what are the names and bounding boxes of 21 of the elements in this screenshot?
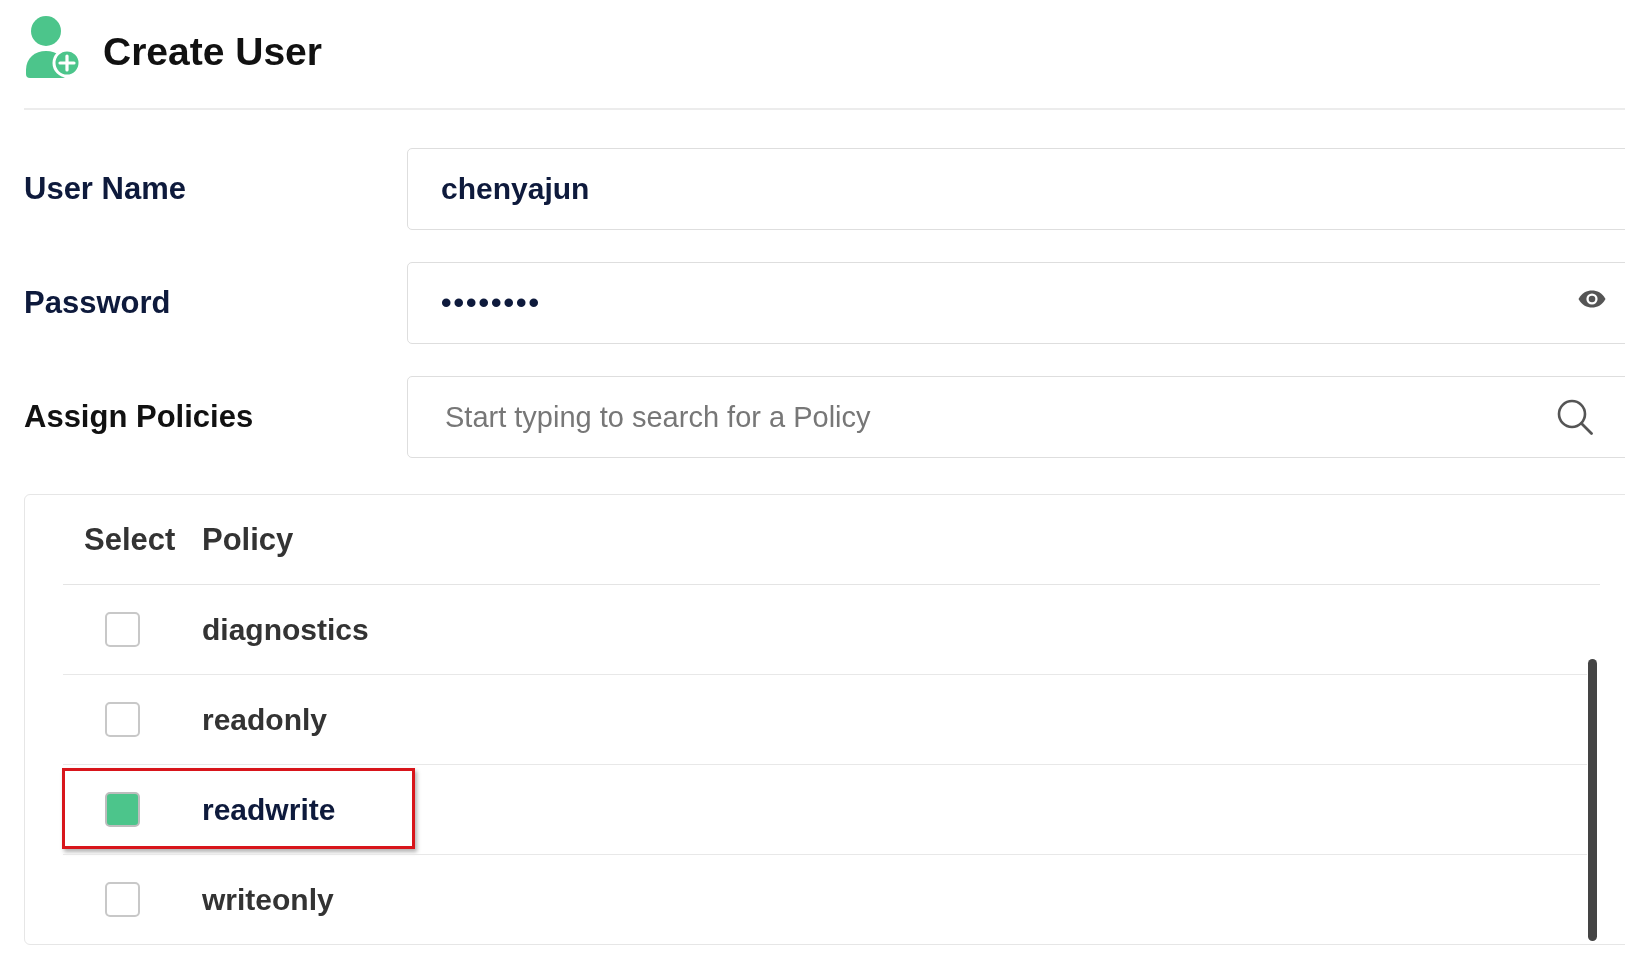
policy-name: readonly xyxy=(202,702,328,737)
field-label: User Name xyxy=(24,171,186,207)
eye-icon[interactable] xyxy=(1578,290,1606,308)
page-title: Create User xyxy=(103,31,322,71)
checkbox[interactable] xyxy=(105,612,140,647)
scrollbar-thumb[interactable] xyxy=(1588,659,1597,941)
field-label: Password xyxy=(24,285,171,321)
checkbox[interactable] xyxy=(105,702,140,737)
checkbox[interactable] xyxy=(105,792,140,827)
field-label: Assign Policies xyxy=(24,399,254,435)
username-field[interactable]: chenyajun xyxy=(407,148,1625,230)
policy-name: writeonly xyxy=(202,882,334,917)
checkbox[interactable] xyxy=(105,882,140,917)
password-field[interactable]: •••••••• xyxy=(407,262,1625,344)
search-field[interactable]: Start typing to search for a Policy xyxy=(407,376,1625,458)
column-header: Select xyxy=(84,521,176,558)
policy-name: readwrite xyxy=(202,792,336,827)
search-icon[interactable] xyxy=(1557,399,1593,435)
column-header: Policy xyxy=(202,521,294,558)
add-user-icon xyxy=(26,16,82,78)
policy-name: diagnostics xyxy=(202,612,369,647)
